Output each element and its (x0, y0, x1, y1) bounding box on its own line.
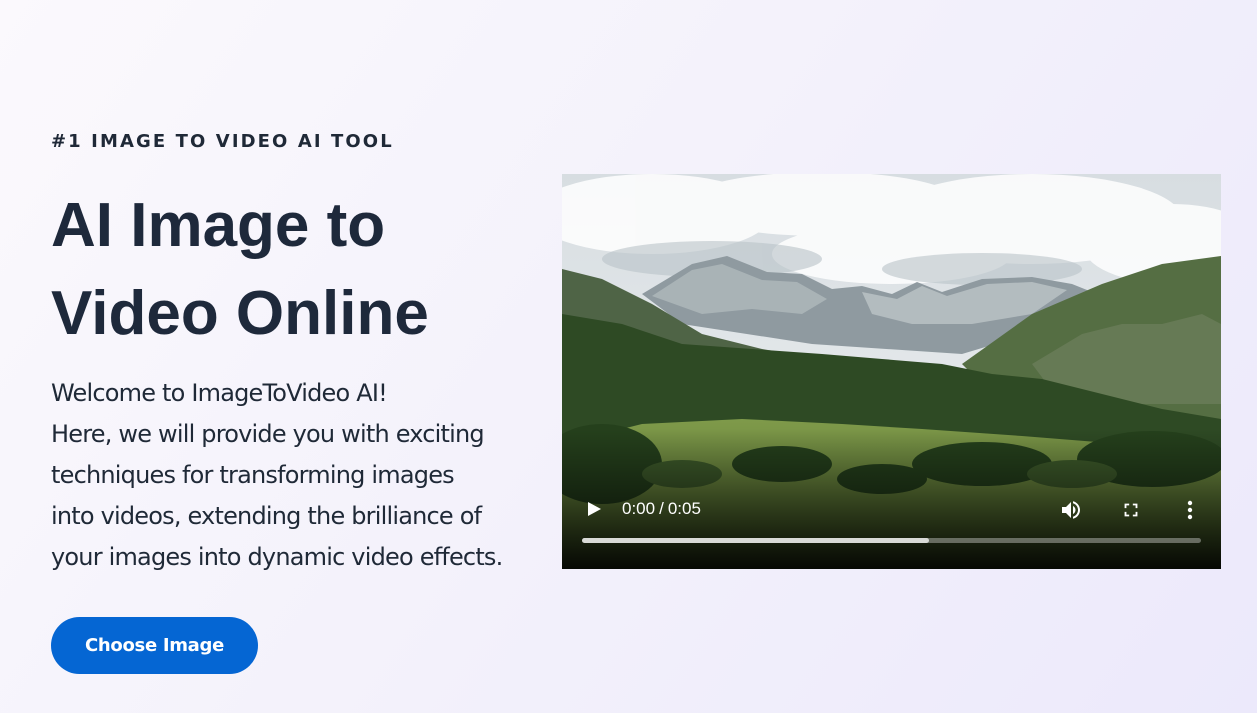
description-line: Here, we will provide you with exciting (51, 420, 485, 448)
video-player[interactable]: 0:00/0:05 (562, 174, 1221, 569)
page-title: AI Image to Video Online (51, 182, 551, 358)
video-progress-bar[interactable] (582, 538, 1201, 543)
duration: 0:05 (667, 499, 701, 518)
current-time: 0:00 (622, 499, 656, 518)
choose-image-button[interactable]: Choose Image (51, 617, 258, 674)
more-options-icon[interactable] (1180, 498, 1200, 522)
description-line: into videos, extending the brilliance of (51, 502, 482, 530)
eyebrow-label: #1 IMAGE TO VIDEO AI TOOL (51, 131, 394, 152)
page-title-line-2: Video Online (51, 279, 429, 348)
time-separator: / (659, 499, 664, 518)
description-line: your images into dynamic video effects. (51, 543, 503, 571)
hero-description: Welcome to ImageToVideo AI! Here, we wil… (51, 373, 551, 578)
video-controls: 0:00/0:05 (562, 174, 1221, 569)
play-icon[interactable] (584, 499, 604, 519)
page-title-line-1: AI Image to (51, 191, 386, 260)
description-line: techniques for transforming images (51, 461, 455, 489)
volume-icon[interactable] (1059, 498, 1083, 522)
video-time: 0:00/0:05 (622, 498, 701, 520)
fullscreen-icon[interactable] (1120, 499, 1142, 521)
description-line: Welcome to ImageToVideo AI! (51, 379, 388, 407)
video-buffered-fill (582, 538, 929, 543)
